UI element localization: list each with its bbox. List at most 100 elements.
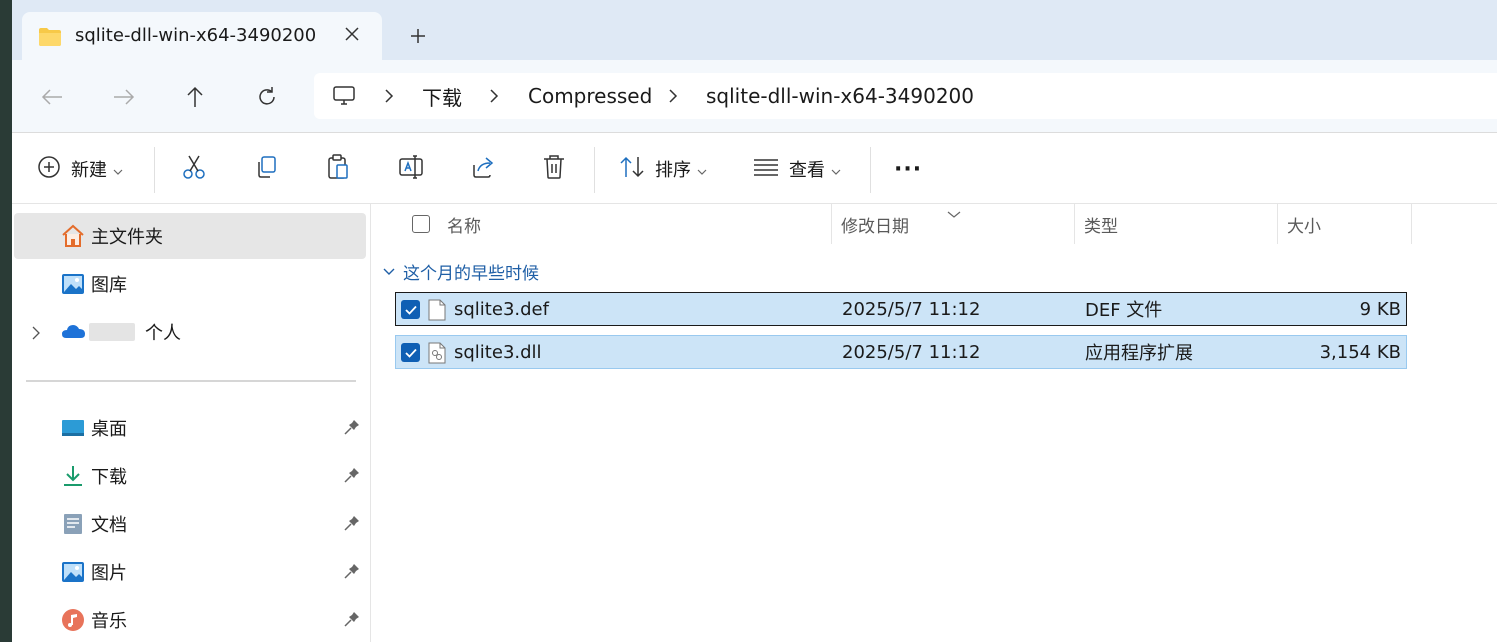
command-bar: 新建 排序 查看 ··· xyxy=(12,133,1497,204)
close-tab-icon[interactable] xyxy=(340,22,364,46)
pin-icon[interactable] xyxy=(344,611,360,631)
file-name: sqlite3.dll xyxy=(454,341,542,363)
sidebar-item-documents[interactable]: 文档 xyxy=(14,501,366,547)
tab-active[interactable]: sqlite-dll-win-x64-3490200 xyxy=(22,12,382,60)
file-size: 9 KB xyxy=(1359,298,1401,320)
documents-icon xyxy=(61,512,85,536)
chevron-right-icon[interactable] xyxy=(668,73,678,119)
paste-button[interactable] xyxy=(326,153,350,185)
file-size: 3,154 KB xyxy=(1319,341,1401,363)
chevron-down-icon xyxy=(383,268,395,276)
tab-title: sqlite-dll-win-x64-3490200 xyxy=(75,25,317,46)
address-bar[interactable]: 下载 Compressed sqlite-dll-win-x64-3490200 xyxy=(314,73,1497,119)
file-date: 2025/5/7 11:12 xyxy=(842,298,981,320)
sidebar-item-label: 图片 xyxy=(91,563,127,584)
checkbox-checked-icon[interactable] xyxy=(401,343,420,362)
column-header-name[interactable]: 名称 xyxy=(447,204,481,244)
column-divider[interactable] xyxy=(1277,204,1278,244)
pin-icon[interactable] xyxy=(344,563,360,583)
select-all-checkbox[interactable] xyxy=(412,215,430,233)
sidebar-item-label: 文档 xyxy=(91,515,127,536)
view-label: 查看 xyxy=(789,160,825,181)
sidebar-item-label: 音乐 xyxy=(91,611,127,632)
refresh-icon[interactable] xyxy=(252,82,282,112)
column-divider[interactable] xyxy=(1074,204,1075,244)
chevron-right-icon[interactable] xyxy=(384,73,394,119)
sidebar-item-home[interactable]: 主文件夹 xyxy=(14,213,366,259)
delete-button[interactable] xyxy=(542,153,566,185)
music-icon xyxy=(61,608,85,632)
breadcrumb-current-folder[interactable]: sqlite-dll-win-x64-3490200 xyxy=(706,73,974,119)
share-button[interactable] xyxy=(470,153,496,185)
copy-button[interactable] xyxy=(254,153,278,185)
chevron-down-icon xyxy=(831,160,841,179)
column-header-size[interactable]: 大小 xyxy=(1287,204,1321,244)
download-icon xyxy=(61,464,85,488)
paste-icon xyxy=(326,154,350,184)
file-type: DEF 文件 xyxy=(1085,300,1163,321)
pin-icon[interactable] xyxy=(344,467,360,487)
new-button-label: 新建 xyxy=(71,160,107,181)
this-pc-icon[interactable] xyxy=(332,73,356,119)
file-name: sqlite3.def xyxy=(454,298,549,320)
group-header[interactable]: 这个月的早些时候 xyxy=(383,259,539,284)
sidebar-item-label: 个人 xyxy=(145,323,181,344)
sort-icon xyxy=(619,155,645,183)
breadcrumb-compressed[interactable]: Compressed xyxy=(528,73,652,119)
cut-button[interactable] xyxy=(182,153,206,185)
navigation-pane: 主文件夹 图库 个人 桌面 下载 文档 图片 音乐 xyxy=(12,204,371,642)
sidebar-item-label: 下载 xyxy=(91,467,127,488)
view-list-icon xyxy=(753,157,779,181)
group-label: 这个月的早些时候 xyxy=(403,264,539,284)
cut-icon xyxy=(182,154,206,184)
sidebar-item-downloads[interactable]: 下载 xyxy=(14,453,366,499)
new-button[interactable]: 新建 xyxy=(37,153,123,185)
file-row[interactable]: sqlite3.def 2025/5/7 11:12 DEF 文件 9 KB xyxy=(395,292,1407,326)
desktop-icon xyxy=(61,416,85,440)
pin-icon[interactable] xyxy=(344,515,360,535)
file-row[interactable]: sqlite3.dll 2025/5/7 11:12 应用程序扩展 3,154 … xyxy=(395,335,1407,369)
pin-icon[interactable] xyxy=(344,419,360,439)
column-header-type[interactable]: 类型 xyxy=(1084,204,1118,244)
sort-button[interactable]: 排序 xyxy=(619,153,707,185)
onedrive-icon xyxy=(61,320,85,344)
checkbox-checked-icon[interactable] xyxy=(401,300,420,319)
rename-button[interactable] xyxy=(398,153,424,185)
sidebar-item-gallery[interactable]: 图库 xyxy=(14,261,366,307)
file-list: 名称 修改日期 类型 大小 这个月的早些时候 sqlite3.def 2025/… xyxy=(371,204,1497,642)
more-options-button[interactable]: ··· xyxy=(894,153,922,185)
chevron-right-icon[interactable] xyxy=(32,325,40,344)
sidebar-item-onedrive[interactable]: 个人 xyxy=(14,309,366,355)
share-icon xyxy=(470,155,496,183)
column-divider[interactable] xyxy=(1411,204,1412,244)
sidebar-item-pictures[interactable]: 图片 xyxy=(14,549,366,595)
dll-file-icon xyxy=(428,342,446,368)
sort-indicator-icon xyxy=(947,204,961,223)
redacted-account-name xyxy=(89,323,135,341)
tab-strip: sqlite-dll-win-x64-3490200 xyxy=(12,0,1497,60)
navigation-bar: 下载 Compressed sqlite-dll-win-x64-3490200 xyxy=(12,60,1497,133)
chevron-down-icon xyxy=(697,160,707,179)
back-icon[interactable] xyxy=(37,82,67,112)
forward-icon[interactable] xyxy=(109,82,139,112)
file-explorer-window: sqlite-dll-win-x64-3490200 下载 Compressed… xyxy=(12,0,1497,642)
trash-icon xyxy=(542,154,566,184)
copy-icon xyxy=(254,155,278,183)
toolbar-divider xyxy=(594,147,595,193)
sidebar-item-label: 主文件夹 xyxy=(91,227,163,248)
file-date: 2025/5/7 11:12 xyxy=(842,341,981,363)
breadcrumb-downloads[interactable]: 下载 xyxy=(422,73,462,119)
sidebar-item-desktop[interactable]: 桌面 xyxy=(14,405,366,451)
chevron-right-icon[interactable] xyxy=(489,73,499,119)
view-button[interactable]: 查看 xyxy=(753,153,841,185)
sidebar-item-label: 图库 xyxy=(91,275,127,296)
column-header-date[interactable]: 修改日期 xyxy=(841,204,909,244)
up-icon[interactable] xyxy=(180,82,210,112)
sort-label: 排序 xyxy=(655,160,691,181)
column-divider[interactable] xyxy=(831,204,832,244)
sidebar-item-music[interactable]: 音乐 xyxy=(14,597,366,642)
toolbar-divider xyxy=(154,147,155,193)
def-file-icon xyxy=(428,299,446,325)
add-circle-icon xyxy=(37,155,61,183)
new-tab-icon[interactable] xyxy=(404,22,432,50)
